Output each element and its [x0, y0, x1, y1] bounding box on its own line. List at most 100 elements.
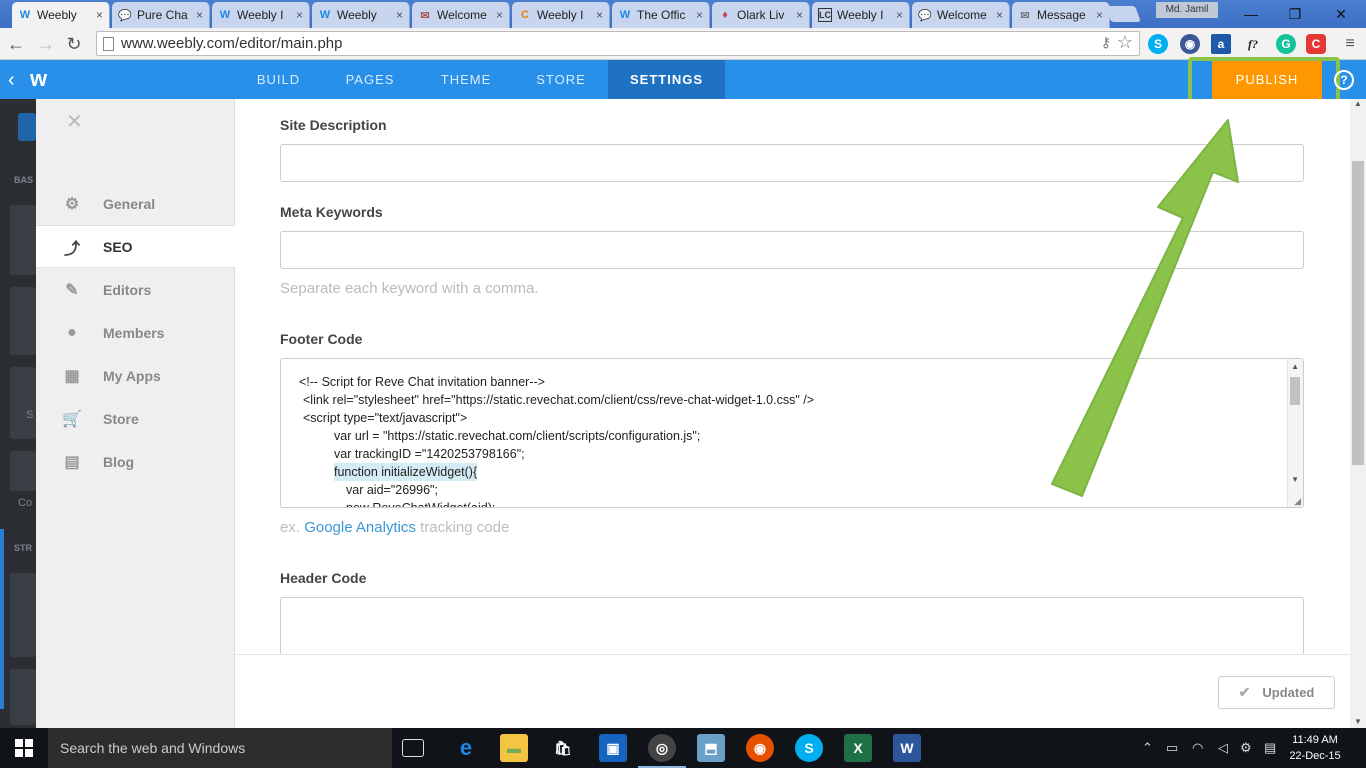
sidebar-item-general[interactable]: ⚙ General: [36, 182, 235, 225]
file-explorer-icon[interactable]: ▬: [500, 734, 528, 762]
new-tab-button[interactable]: [1105, 6, 1141, 22]
sidebar-item-my-apps[interactable]: ▦ My Apps: [36, 354, 235, 397]
windows-taskbar: Search the web and Windows e ▬ 🛍 ▣ ◎ ⬒ ◉…: [0, 728, 1366, 768]
firefox-icon[interactable]: ◉: [746, 734, 774, 762]
menu-icon[interactable]: ≡: [1338, 32, 1362, 56]
store-icon[interactable]: 🛍: [549, 734, 577, 762]
browser-tab[interactable]: W Weebly ×: [312, 2, 410, 28]
browser-tab[interactable]: 💬 Welcome ×: [912, 2, 1010, 28]
close-tab-icon[interactable]: ×: [696, 8, 703, 22]
browser-tab[interactable]: ♦ Olark Liv ×: [712, 2, 810, 28]
task-view-icon[interactable]: [402, 739, 424, 757]
word-icon[interactable]: W: [893, 734, 921, 762]
panel-element[interactable]: [10, 205, 36, 275]
browser-tab[interactable]: W The Offic ×: [612, 2, 710, 28]
olark-favicon-icon: ♦: [722, 9, 728, 21]
tab-label: Olark Liv: [737, 8, 785, 22]
grid-icon: ▦: [64, 367, 80, 385]
browser-tab[interactable]: LC Weebly I ×: [812, 2, 910, 28]
minimize-icon[interactable]: —: [1228, 0, 1274, 28]
panel-element[interactable]: [10, 287, 36, 355]
skype-icon[interactable]: S: [795, 734, 823, 762]
close-icon[interactable]: ✕: [66, 109, 83, 134]
extension-icon[interactable]: ◉: [1180, 34, 1200, 54]
address-bar[interactable]: www.weebly.com/editor/main.php ⚷ ☆: [96, 31, 1140, 56]
taskbar-clock[interactable]: 11:49 AM 22-Dec-15: [1285, 732, 1345, 764]
back-arrow-icon[interactable]: ←: [4, 32, 28, 56]
nav-theme[interactable]: THEME: [428, 60, 504, 99]
sidebar-item-editors[interactable]: ✎ Editors: [36, 268, 235, 311]
help-icon[interactable]: ?: [1334, 70, 1354, 90]
sidebar-item-members[interactable]: ● Members: [36, 311, 235, 354]
translate-extension-icon[interactable]: a: [1211, 34, 1231, 54]
close-tab-icon[interactable]: ×: [496, 8, 503, 22]
notification-icon[interactable]: ▤: [1264, 728, 1276, 768]
sidebar-item-label: Editors: [103, 281, 152, 298]
network-icon[interactable]: ⚙: [1240, 728, 1252, 768]
browser-tab[interactable]: W Weebly ×: [12, 2, 110, 28]
profile-name[interactable]: Md. Jamil: [1156, 2, 1218, 18]
font-extension-icon[interactable]: f?: [1243, 34, 1263, 54]
nav-store[interactable]: STORE: [524, 60, 598, 99]
nav-build[interactable]: BUILD: [247, 60, 310, 99]
chrome-icon[interactable]: ◎: [638, 734, 686, 768]
excel-icon[interactable]: X: [844, 734, 872, 762]
sidebar-item-seo[interactable]: ⤴ SEO: [36, 225, 235, 268]
close-tab-icon[interactable]: ×: [396, 8, 403, 22]
battery-icon[interactable]: ▭: [1166, 728, 1178, 768]
windows-start-icon[interactable]: [0, 728, 48, 768]
nav-settings[interactable]: SETTINGS: [608, 60, 725, 99]
chevron-left-icon[interactable]: ‹: [8, 69, 15, 92]
page-scrollbar[interactable]: ▲ ▼: [1350, 99, 1366, 728]
sidebar-item-store[interactable]: 🛒 Store: [36, 397, 235, 440]
app-icon[interactable]: ⬒: [697, 734, 725, 762]
livechat-favicon-icon: LC: [818, 8, 832, 22]
reload-icon[interactable]: ↻: [62, 32, 86, 56]
sidebar-item-blog[interactable]: ▤ Blog: [36, 440, 235, 483]
panel-element[interactable]: [10, 367, 36, 439]
panel-section-label: STR: [14, 543, 32, 553]
panel-element[interactable]: [10, 669, 36, 725]
volume-icon[interactable]: ◁: [1218, 728, 1228, 768]
close-tab-icon[interactable]: ×: [796, 8, 803, 22]
header-code-textarea[interactable]: [280, 597, 1304, 654]
close-tab-icon[interactable]: ×: [996, 8, 1003, 22]
hint-prefix: ex.: [280, 519, 301, 536]
tray-chevron-icon[interactable]: ⌃: [1142, 728, 1153, 768]
close-tab-icon[interactable]: ×: [896, 8, 903, 22]
close-tab-icon[interactable]: ×: [596, 8, 603, 22]
close-tab-icon[interactable]: ×: [1096, 8, 1103, 22]
trend-icon: ⤴: [63, 240, 80, 258]
browser-tab[interactable]: ✉ Welcome ×: [412, 2, 510, 28]
close-window-icon[interactable]: ✕: [1318, 0, 1364, 28]
browser-tab[interactable]: C Weebly I ×: [512, 2, 610, 28]
page-scroll-thumb[interactable]: [1352, 161, 1364, 465]
close-tab-icon[interactable]: ×: [196, 8, 203, 22]
edge-icon[interactable]: e: [452, 734, 480, 762]
close-tab-icon[interactable]: ×: [96, 8, 103, 22]
restore-icon[interactable]: ❐: [1272, 0, 1318, 28]
panel-element[interactable]: [10, 451, 36, 491]
browser-tab[interactable]: W Weebly I ×: [212, 2, 310, 28]
grammarly-extension-icon[interactable]: G: [1276, 34, 1296, 54]
close-tab-icon[interactable]: ×: [296, 8, 303, 22]
wifi-icon[interactable]: ◠: [1192, 728, 1203, 768]
app-icon[interactable]: ▣: [599, 734, 627, 762]
panel-tab[interactable]: [18, 113, 36, 141]
skype-extension-icon[interactable]: S: [1148, 34, 1168, 54]
forward-arrow-icon[interactable]: →: [34, 32, 58, 56]
scroll-down-icon[interactable]: ▼: [1354, 717, 1362, 726]
bookmark-star-icon[interactable]: ☆: [1117, 32, 1133, 53]
weebly-logo-icon[interactable]: w: [30, 68, 56, 90]
browser-tab[interactable]: ✉ Message ×: [1012, 2, 1110, 28]
scroll-up-icon[interactable]: ▲: [1354, 99, 1362, 108]
google-analytics-link[interactable]: Google Analytics: [304, 519, 416, 536]
nav-pages[interactable]: PAGES: [332, 60, 408, 99]
taskbar-search-input[interactable]: Search the web and Windows: [48, 728, 392, 768]
key-icon[interactable]: ⚷: [1101, 34, 1111, 51]
updated-button[interactable]: ✔ Updated: [1218, 676, 1335, 709]
panel-element[interactable]: [10, 573, 36, 657]
browser-tab[interactable]: 💬 Pure Cha ×: [112, 2, 210, 28]
tab-label: Welcome: [937, 8, 987, 22]
shield-extension-icon[interactable]: C: [1306, 34, 1326, 54]
